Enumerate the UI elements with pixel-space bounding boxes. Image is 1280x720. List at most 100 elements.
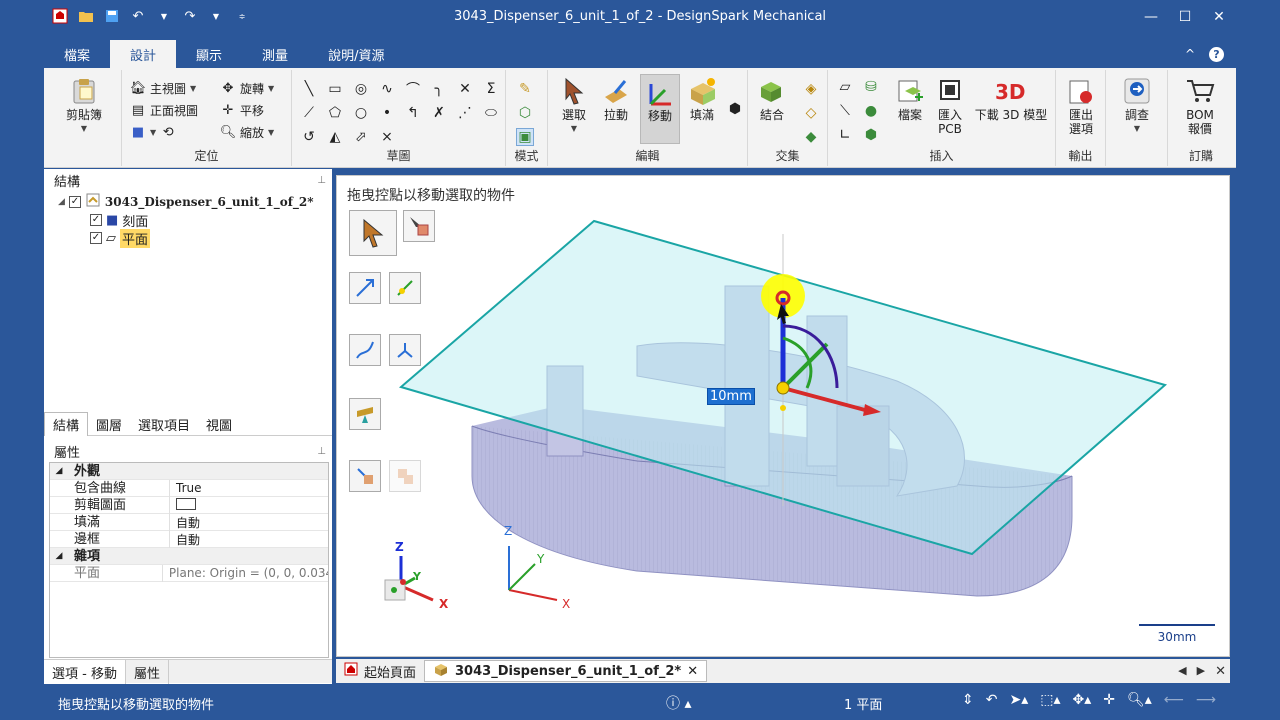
rectangle-tool-icon[interactable]: ▭ (326, 80, 344, 98)
tab-measure[interactable]: 測量 (242, 40, 308, 68)
prop-row-include-curves[interactable]: 包含曲線 True (50, 479, 328, 497)
3d-mode-icon[interactable]: ▣ (516, 128, 534, 146)
combine-button[interactable]: 結合 (754, 76, 790, 122)
axis-insert-icon[interactable]: ⟍ (836, 102, 854, 120)
tab-help-resources[interactable]: 說明/資源 (308, 40, 404, 68)
fill-button[interactable]: 填滿 (684, 76, 720, 122)
prop-value[interactable]: 自動 (170, 531, 200, 548)
next-view-icon[interactable]: ⟶ (1196, 692, 1216, 708)
cursor-mode-icon[interactable]: ➤▴ (1010, 692, 1029, 708)
investigate-button[interactable]: 調查 ▼ (1118, 76, 1156, 136)
root-checkbox[interactable]: ✓ (68, 196, 81, 208)
collapse-ribbon-icon[interactable]: ^ (1185, 47, 1195, 61)
three-point-circle-icon[interactable]: ○ (352, 104, 370, 122)
move-button[interactable]: 移動 (640, 74, 680, 144)
tangent-arc-icon[interactable]: ↺ (300, 128, 318, 146)
pin-icon[interactable]: ⊥ (317, 175, 326, 186)
doc-tab-start-page[interactable]: 起始頁面 (336, 660, 424, 682)
pan-button[interactable]: ✛ 平移 (220, 100, 264, 120)
doc-tab-design[interactable]: 3043_Dispenser_6_unit_1_of_2* ✕ (424, 660, 708, 682)
prop-category-misc[interactable]: ◢ 雜項 (50, 548, 328, 565)
ellipse-tool-icon[interactable]: ⬭ (482, 104, 500, 122)
export-options-button[interactable]: 匯出 選項 (1062, 76, 1100, 136)
facet-checkbox[interactable]: ✓ (90, 214, 102, 226)
line-tool-icon[interactable]: ╲ (300, 80, 318, 98)
previous-view-icon[interactable]: ⟵ (1164, 692, 1184, 708)
zoom-status-icon[interactable]: 🔍︎▴ (1127, 692, 1152, 708)
shell-insert-icon[interactable]: ⬢ (862, 126, 880, 144)
pull-button[interactable]: 拉動 (598, 76, 634, 122)
prop-value[interactable]: 自動 (170, 514, 200, 531)
mirror-tool-icon[interactable]: ◭ (326, 128, 344, 146)
trim-tool-icon[interactable]: ✕ (456, 80, 474, 98)
prop-row-plane[interactable]: 平面 Plane: Origin = (0, 0, 0.0349 (50, 564, 328, 582)
design-viewport[interactable]: 拖曳控點以移動選取的物件 Z Y X Z Y X 10mm 30mm (336, 175, 1230, 657)
category-collapse-icon[interactable]: ◢ (50, 551, 68, 561)
project-edges-icon[interactable]: ◆ (802, 128, 820, 146)
download-3d-button[interactable]: 3D 下載 3D 模型 (974, 76, 1048, 122)
tangent-line-icon[interactable]: ⟋ (300, 104, 318, 122)
section-mode-icon[interactable]: ⬡ (516, 104, 534, 122)
prop-value-swatch[interactable] (170, 497, 196, 513)
home-view-button[interactable]: 🏠︎ 主視圖 ▼ (130, 78, 196, 98)
point-tool-icon[interactable]: • (378, 104, 396, 122)
tree-item-plane[interactable]: ✓ ▱ 平面 (90, 228, 151, 248)
subtab-layers[interactable]: 圖層 (88, 412, 130, 436)
tree-item-facet[interactable]: ✓ ■ 刻面 (90, 211, 148, 230)
subtab-structure[interactable]: 結構 (44, 412, 89, 436)
subtab-selection[interactable]: 選取項目 (130, 412, 198, 436)
split-tool-icon[interactable]: ⨯ (378, 128, 396, 146)
tab-properties[interactable]: 屬性 (126, 660, 169, 684)
prop-row-clip-image[interactable]: 剪輯圖面 (50, 496, 328, 514)
select-button[interactable]: 選取 ▼ (556, 76, 592, 136)
construction-line-icon[interactable]: ⋰ (456, 104, 474, 122)
tab-scroll-left-icon[interactable]: ◀ (1178, 664, 1186, 679)
tab-design[interactable]: 設計 (110, 40, 177, 68)
subtab-views[interactable]: 視圖 (198, 412, 240, 436)
prop-row-fill[interactable]: 填滿 自動 (50, 513, 328, 531)
tab-scroll-right-icon[interactable]: ▶ (1197, 664, 1205, 679)
front-view-button[interactable]: ▤ 正面視圖 (130, 100, 198, 120)
tab-options-move[interactable]: 選項 - 移動 (44, 660, 126, 684)
select-filter-icon[interactable]: ⇕ (962, 692, 974, 708)
collapse-arrow-icon[interactable]: ◢ (58, 197, 65, 207)
offset-tool-icon[interactable]: ✗ (430, 104, 448, 122)
arc-tool-icon[interactable]: ⌒ (404, 80, 422, 98)
pan-status-icon[interactable]: ✛ (1103, 692, 1115, 708)
origin-insert-icon[interactable]: ∟ (836, 126, 854, 144)
prop-category-appearance[interactable]: ◢ 外觀 (50, 463, 328, 480)
fillet-tool-icon[interactable]: ╮ (430, 80, 448, 98)
circle-tool-icon[interactable]: ◎ (352, 80, 370, 98)
plane-insert-icon[interactable]: ▱ (836, 78, 854, 96)
close-tab-icon[interactable]: ✕ (687, 664, 698, 679)
properties-pin-icon[interactable]: ⊥ (317, 446, 326, 457)
undo-selection-icon[interactable]: ↶ (986, 692, 998, 708)
extra-edit-icon[interactable]: ⬢ (726, 100, 744, 118)
clipboard-button[interactable]: 剪貼簿 ▼ (62, 76, 106, 136)
maximize-button[interactable]: ☐ (1168, 0, 1202, 34)
category-collapse-icon[interactable]: ◢ (50, 466, 68, 476)
tree-root[interactable]: ◢ ✓ 3043_Dispenser_6_unit_1_of_2* (58, 193, 314, 211)
view-cube-button[interactable]: ■ ▼ ⟲ (130, 122, 176, 142)
close-button[interactable]: ✕ (1202, 0, 1236, 34)
bom-quote-button[interactable]: BOM 報價 (1180, 76, 1220, 136)
cylinder-insert-icon[interactable]: ⛁ (862, 78, 880, 96)
sum-tool-icon[interactable]: Σ (482, 80, 500, 98)
box-select-icon[interactable]: ⬚▴ (1040, 692, 1060, 708)
help-icon[interactable]: ? (1209, 46, 1224, 62)
minimize-button[interactable]: — (1134, 0, 1168, 34)
insert-file-button[interactable]: 檔案 (892, 76, 928, 122)
project-tool-icon[interactable]: ⬀ (352, 128, 370, 146)
close-doc-icon[interactable]: ✕ (1215, 664, 1226, 679)
sweep-arc-icon[interactable]: ↰ (404, 104, 422, 122)
sketch-mode-icon[interactable]: ✎ (516, 80, 534, 98)
tab-display[interactable]: 顯示 (176, 40, 242, 68)
polygon-tool-icon[interactable]: ⬠ (326, 104, 344, 122)
spline-tool-icon[interactable]: ∿ (378, 80, 396, 98)
plane-checkbox[interactable]: ✓ (90, 232, 102, 244)
spin-icon[interactable]: ✥▴ (1073, 692, 1092, 708)
import-pcb-button[interactable]: 匯入 PCB (932, 76, 968, 136)
tab-file[interactable]: 檔案 (44, 40, 110, 68)
prop-value[interactable]: True (170, 481, 202, 495)
split-body-icon[interactable]: ◈ (802, 80, 820, 98)
